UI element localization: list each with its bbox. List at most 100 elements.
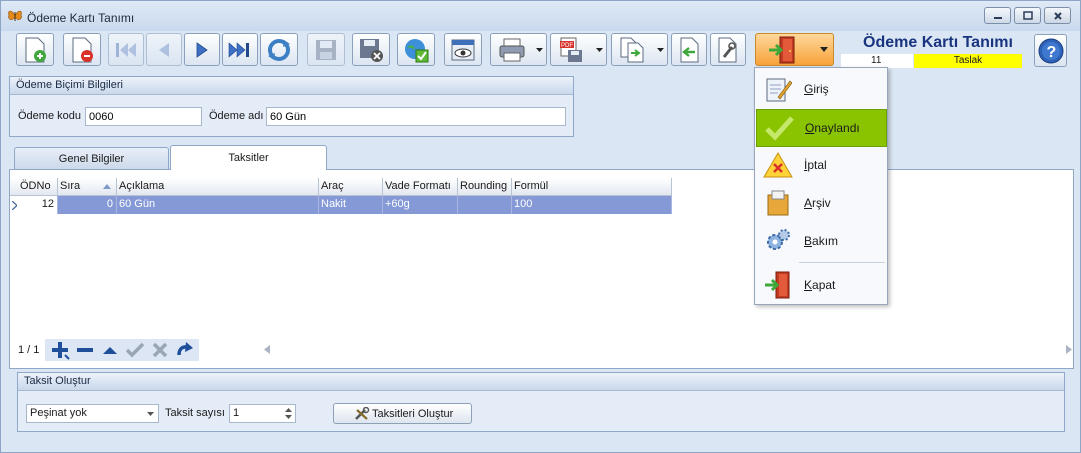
export-pdf-button[interactable]: PDF: [550, 33, 607, 66]
x-icon: [152, 342, 168, 358]
save-and-close-button[interactable]: [352, 33, 390, 66]
gears-icon: [756, 227, 800, 255]
menu-item-archive[interactable]: Arşiv: [756, 184, 887, 222]
menu-item-approved[interactable]: Onaylandı: [756, 109, 887, 147]
menu-item-cancel[interactable]: İptal: [756, 146, 887, 184]
column-header-aciklama[interactable]: Açıklama: [117, 178, 319, 196]
window-title: Ödeme Kartı Tanımı: [27, 11, 135, 25]
cell-odno[interactable]: 12: [18, 196, 58, 214]
column-header-formul[interactable]: Formül: [512, 178, 672, 196]
down-payment-select[interactable]: Peşinat yok: [26, 404, 159, 423]
maximize-icon: [1022, 11, 1033, 20]
chevron-down-icon: [147, 412, 154, 416]
preview-button[interactable]: [444, 33, 482, 66]
web-approve-button[interactable]: [397, 33, 435, 66]
table-row[interactable]: 12 0 60 Gün Nakit +60g 100: [18, 196, 672, 214]
close-window-button[interactable]: [1044, 7, 1071, 24]
refresh-button[interactable]: [260, 33, 298, 66]
previous-icon: [159, 42, 169, 57]
print-dropdown[interactable]: [532, 34, 546, 65]
column-header-sira-label: Sıra: [60, 180, 81, 192]
help-icon: ?: [1038, 38, 1063, 63]
pdf-save-icon: PDF: [559, 37, 582, 62]
column-header-sira[interactable]: Sıra: [58, 178, 117, 196]
spin-arrows-icon: [285, 408, 292, 419]
add-row-button[interactable]: [47, 339, 72, 361]
cell-arac[interactable]: Nakit: [319, 196, 383, 214]
chevron-down-icon: [820, 47, 828, 52]
menu-item-entry[interactable]: Giriş: [756, 70, 887, 108]
copy-document-button[interactable]: [611, 33, 668, 66]
close-icon: [1053, 11, 1062, 20]
column-header-arac[interactable]: Araç: [319, 178, 383, 196]
globe-check-icon: [405, 38, 429, 62]
scroll-left-icon: [264, 345, 270, 354]
status-badge: Taslak: [914, 54, 1022, 68]
menu-separator: [799, 262, 885, 263]
menu-item-archive-label: Arşiv: [804, 196, 831, 210]
remove-row-button[interactable]: [72, 339, 97, 361]
new-document-icon: [25, 37, 46, 62]
installment-count-label: Taksit sayısı: [165, 407, 225, 419]
back-document-icon: [680, 37, 699, 62]
exit-door-icon: [768, 36, 794, 63]
save-icon: [316, 39, 336, 60]
move-up-button[interactable]: [97, 339, 122, 361]
first-record-button[interactable]: [108, 33, 144, 66]
column-header-rounding[interactable]: Rounding: [458, 178, 512, 196]
tools-button[interactable]: [710, 33, 746, 66]
back-button[interactable]: [671, 33, 707, 66]
column-header-vade[interactable]: Vade Formatı: [383, 178, 458, 196]
main-window: Ödeme Kartı Tanımı PDF Ödeme Kartı Tanım…: [0, 0, 1081, 453]
cell-vade[interactable]: +60g: [383, 196, 458, 214]
cell-rounding[interactable]: [458, 196, 512, 214]
status-dropdown[interactable]: [815, 34, 833, 65]
cell-sira[interactable]: 0: [58, 196, 117, 214]
minimize-button[interactable]: [984, 7, 1011, 24]
create-installments-button[interactable]: Taksitleri Oluştur: [333, 403, 472, 424]
save-button[interactable]: [307, 33, 345, 66]
new-record-button[interactable]: [16, 33, 54, 66]
payment-code-input[interactable]: [85, 107, 202, 126]
previous-record-button[interactable]: [146, 33, 182, 66]
delete-record-button[interactable]: [63, 33, 101, 66]
confirm-row-button[interactable]: [122, 339, 147, 361]
save-close-icon: [360, 38, 383, 62]
help-button[interactable]: ?: [1034, 34, 1067, 67]
copy-dropdown[interactable]: [653, 34, 667, 65]
column-header-odno[interactable]: ÖDNo: [18, 178, 58, 196]
create-installment-header: Taksit Oluştur: [18, 373, 1064, 391]
maximize-button[interactable]: [1014, 7, 1041, 24]
tab-general-info[interactable]: Genel Bilgiler: [14, 147, 169, 169]
menu-item-maintenance[interactable]: Bakım: [756, 222, 887, 260]
installment-count-stepper[interactable]: 1: [229, 404, 296, 423]
tab-installments[interactable]: Taksitler: [170, 145, 327, 170]
chevron-right-icon: [11, 200, 17, 210]
delete-document-icon: [72, 37, 93, 62]
svg-text:PDF: PDF: [561, 43, 573, 49]
menu-item-cancel-label: İptal: [804, 158, 827, 172]
scroll-right-icon: [1066, 345, 1072, 354]
menu-item-close-label: Kapat: [804, 278, 836, 292]
redo-icon: [177, 342, 193, 356]
current-row-indicator: [10, 196, 18, 214]
cell-formul[interactable]: 100: [512, 196, 672, 214]
cell-aciklama[interactable]: 60 Gün: [117, 196, 319, 214]
status-menu-button[interactable]: [755, 33, 834, 66]
cancel-row-button[interactable]: [147, 339, 172, 361]
chevron-down-icon: [535, 47, 543, 52]
svg-text:?: ?: [1046, 44, 1056, 61]
plus-icon: [51, 342, 70, 360]
redo-button[interactable]: [172, 339, 197, 361]
title-bar: Ödeme Kartı Tanımı: [1, 1, 1080, 31]
horizontal-scrollbar[interactable]: [250, 343, 1074, 357]
payment-name-input[interactable]: [266, 107, 566, 126]
last-record-button[interactable]: [222, 33, 258, 66]
export-dropdown[interactable]: [592, 34, 606, 65]
payment-info-header: Ödeme Biçimi Bilgileri: [10, 77, 573, 95]
first-icon: [116, 42, 136, 57]
next-record-button[interactable]: [184, 33, 220, 66]
menu-item-close[interactable]: Kapat: [756, 266, 887, 304]
print-button[interactable]: [490, 33, 547, 66]
copy-document-icon: [620, 37, 643, 62]
